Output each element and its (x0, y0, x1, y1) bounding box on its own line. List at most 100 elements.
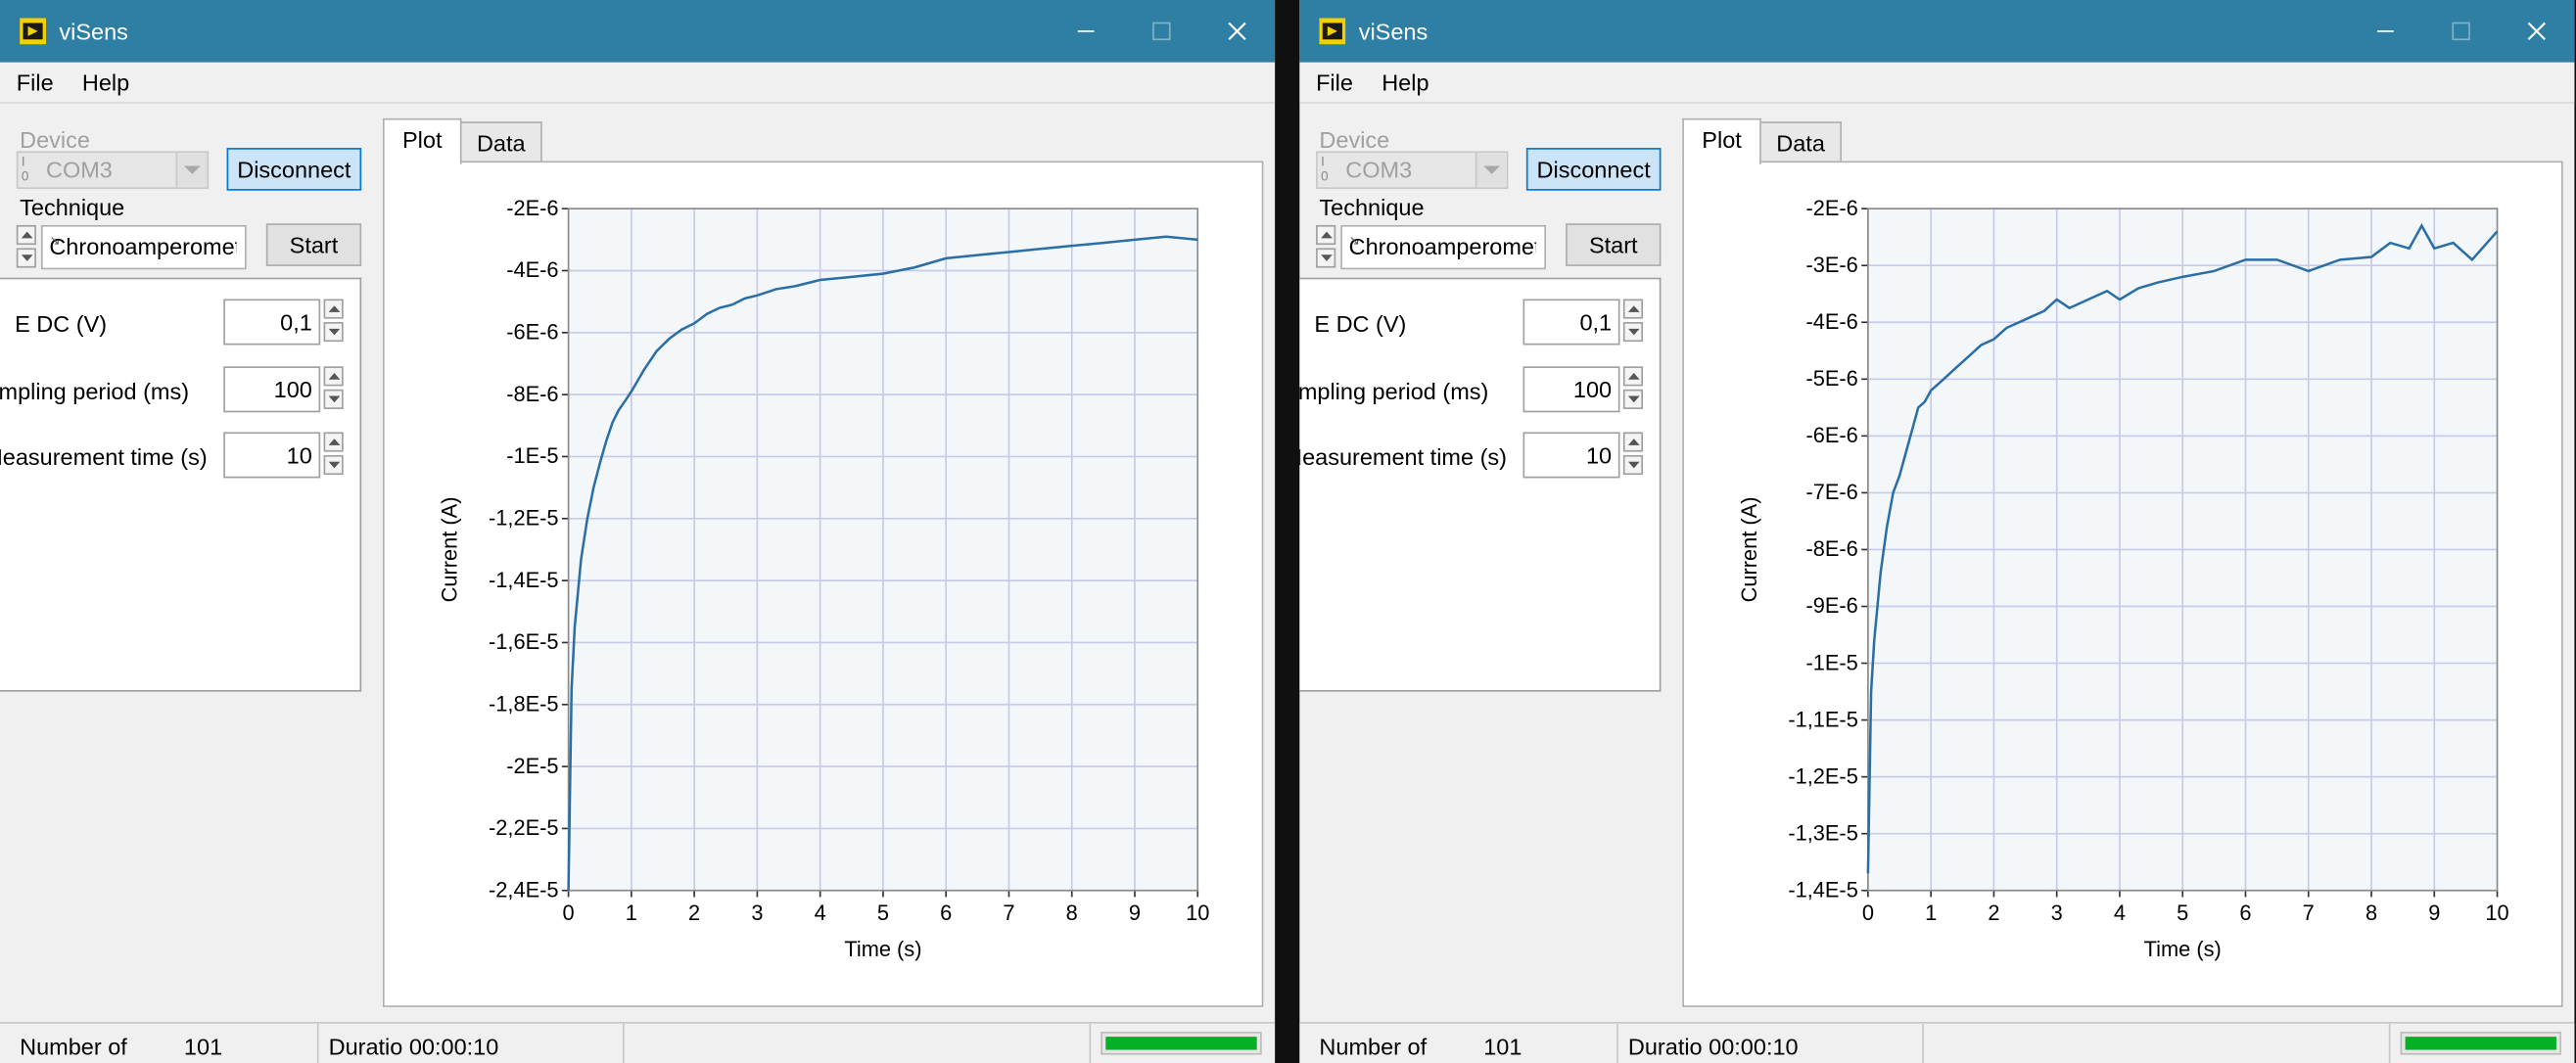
y-tick-label: -4E-6 (506, 257, 558, 282)
technique-down[interactable] (16, 248, 36, 268)
parameters-panel: E DC (V) 0,1 Sampling period (ms) 100 Me… (1299, 277, 1662, 692)
technique-down[interactable] (1316, 248, 1336, 268)
sampling-up[interactable] (323, 366, 344, 387)
arrow-up-icon (1627, 305, 1640, 312)
tab-data[interactable]: Data (459, 121, 542, 164)
tab-plot[interactable]: Plot (1682, 117, 1761, 164)
sampling-period-input[interactable]: 100 (223, 366, 321, 413)
resize-corner-icon: ↘ (1348, 233, 1360, 249)
maximize-button[interactable] (1124, 0, 1199, 63)
close-button[interactable] (2499, 0, 2574, 63)
edc-up[interactable] (1622, 299, 1643, 319)
y-tick-label: -9E-6 (1806, 593, 1858, 618)
measurement-time-input[interactable]: 10 (1522, 432, 1620, 479)
menu-help[interactable]: Help (1382, 69, 1429, 95)
y-tick-label: -8E-6 (1806, 536, 1858, 561)
window-title: viSens (1358, 18, 1429, 45)
dropdown-arrow[interactable] (1475, 153, 1507, 188)
x-tick-label: 8 (1066, 901, 1078, 925)
status-separator (2388, 1023, 2391, 1063)
edc-down[interactable] (1622, 321, 1643, 343)
technique-up[interactable] (1316, 224, 1336, 246)
technique-spinner (1316, 224, 1336, 268)
close-button[interactable] (1199, 0, 1275, 63)
disconnect-button[interactable]: Disconnect (226, 148, 362, 191)
y-tick-label: -7E-6 (1806, 480, 1858, 504)
app-window-left: viSens File Help Device I0 COM3 Disconne… (0, 0, 1276, 1063)
device-value: COM3 (1345, 156, 1413, 183)
sampling-down[interactable] (1622, 389, 1643, 409)
disconnect-button[interactable]: Disconnect (1525, 148, 1662, 191)
measurement-time-input[interactable]: 10 (223, 432, 321, 479)
edc-input[interactable]: 0,1 (1522, 299, 1620, 346)
io-icon: I0 (1321, 154, 1329, 184)
param-label: Measurement time (s) (0, 443, 208, 471)
tab-plot[interactable]: Plot (382, 117, 462, 164)
plot-panel: 0 1 2 3 4 5 6 7 8 9 10 -2E-6 -3E-6 -4E-6 -5E-6 -6E-6 -7E… (1682, 161, 2563, 1007)
minimize-button[interactable] (1049, 0, 1124, 63)
menu-help[interactable]: Help (82, 69, 129, 95)
title-bar[interactable]: viSens (1299, 0, 2575, 63)
start-button[interactable]: Start (1566, 223, 1662, 266)
minimize-button[interactable] (2348, 0, 2423, 63)
measurement-down[interactable] (1622, 454, 1643, 476)
labview-app-icon (20, 18, 46, 45)
current-time-chart[interactable]: 0 1 2 3 4 5 6 7 8 9 10 -2E-6 -4E-6 -6E-6 -8E-6 -1E-5 -1,… (385, 162, 1262, 1005)
minimize-icon (1077, 30, 1095, 32)
sampling-period-input[interactable]: 100 (1522, 366, 1620, 413)
number-of-label: Number of (1319, 1033, 1428, 1060)
measurement-up[interactable] (1622, 432, 1643, 452)
technique-up[interactable] (16, 224, 36, 246)
edc-up[interactable] (323, 299, 344, 319)
arrow-up-icon (21, 231, 33, 239)
measurement-down[interactable] (323, 454, 344, 476)
menu-file[interactable]: File (17, 69, 54, 95)
maximize-button[interactable] (2423, 0, 2499, 63)
y-tick-label: -1,4E-5 (1788, 877, 1857, 901)
device-select[interactable]: I0 COM3 (16, 151, 210, 190)
status-separator (622, 1023, 625, 1063)
menu-file[interactable]: File (1316, 69, 1353, 95)
y-tick-label: -8E-6 (506, 382, 558, 406)
tab-data[interactable]: Data (1759, 121, 1843, 164)
progress-bar (2400, 1032, 2562, 1055)
arrow-up-icon (1627, 373, 1640, 380)
edc-input[interactable]: 0,1 (223, 299, 321, 346)
y-tick-label: -2E-6 (506, 196, 558, 220)
number-of-label: Number of (20, 1033, 127, 1060)
arrow-up-icon (1627, 439, 1640, 445)
x-tick-label: 7 (1003, 901, 1014, 925)
device-value: COM3 (45, 156, 113, 183)
dropdown-arrow[interactable] (175, 153, 208, 188)
param-value: 100 (273, 376, 312, 403)
param-value: 0,1 (280, 308, 312, 336)
status-separator (316, 1023, 319, 1063)
sampling-down[interactable] (323, 389, 344, 409)
x-tick-label: 1 (1925, 901, 1937, 925)
y-tick-label: -1E-5 (506, 443, 558, 468)
x-tick-label: 6 (940, 901, 952, 925)
technique-label: Technique (20, 194, 125, 220)
start-button[interactable]: Start (265, 223, 362, 266)
x-tick-label: 6 (2239, 901, 2251, 925)
number-of-value: 101 (1483, 1033, 1522, 1060)
status-separator (1616, 1023, 1618, 1063)
current-time-chart[interactable]: 0 1 2 3 4 5 6 7 8 9 10 -2E-6 -3E-6 -4E-6 -5E-6 -6E-6 -7E… (1684, 162, 2561, 1005)
progress-fill (1105, 1037, 1257, 1050)
x-tick-label: 1 (626, 901, 637, 925)
param-value: 0,1 (1579, 308, 1613, 336)
technique-select[interactable]: Chronoamperometry ↘ (1340, 224, 1546, 270)
y-tick-label: -5E-6 (1806, 366, 1858, 391)
measurement-up[interactable] (323, 432, 344, 452)
arrow-down-icon (328, 395, 341, 403)
title-bar[interactable]: viSens (0, 0, 1276, 63)
device-select[interactable]: I0 COM3 (1316, 151, 1509, 190)
duration-text: Duratio 00:00:10 (1627, 1033, 1799, 1060)
edc-down[interactable] (323, 321, 344, 343)
x-tick-label: 5 (2177, 901, 2188, 925)
param-label: Sampling period (ms) (1299, 378, 1489, 404)
technique-select[interactable]: Chronoamperometry ↘ (40, 224, 247, 270)
sampling-up[interactable] (1622, 366, 1643, 387)
status-bar: Number of 101 Duratio 00:00:10 (1299, 1022, 2575, 1063)
window-title: viSens (59, 18, 128, 45)
